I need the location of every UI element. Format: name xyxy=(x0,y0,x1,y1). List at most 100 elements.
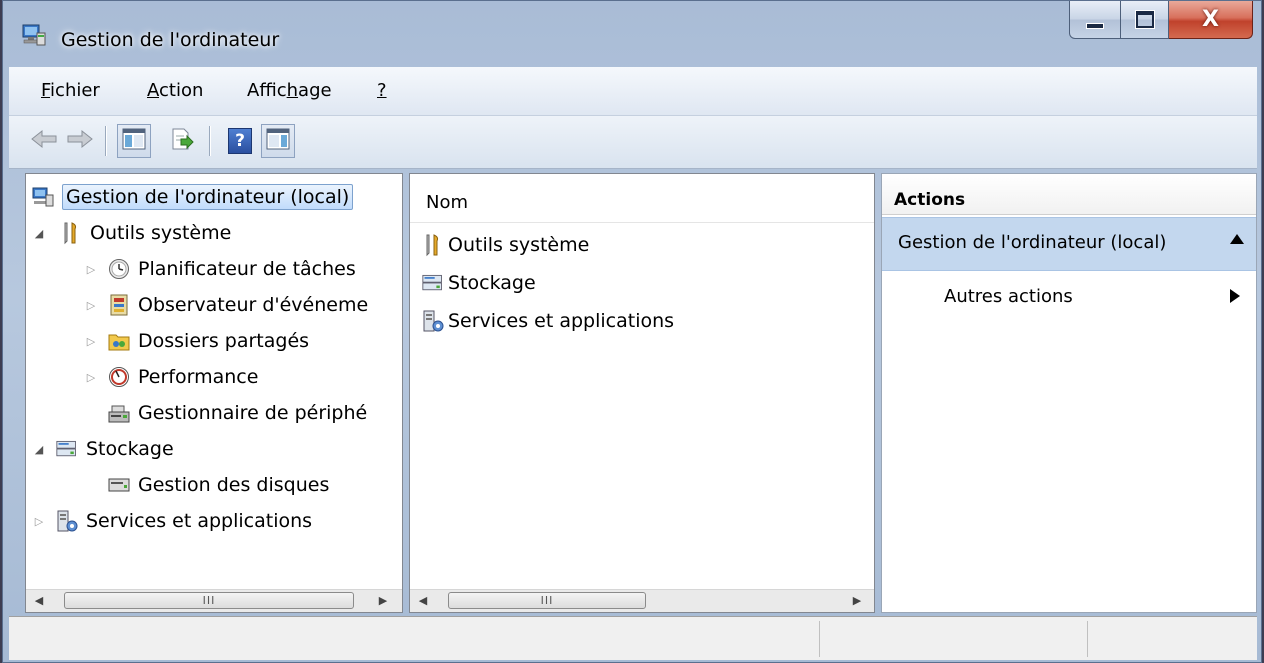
services-icon xyxy=(56,510,78,532)
scroll-left-icon[interactable]: ◀ xyxy=(30,592,48,610)
actions-header: Actions xyxy=(882,174,1256,215)
back-icon xyxy=(30,129,58,154)
tree-item-label: Gestion des disques xyxy=(138,474,330,496)
submenu-arrow-icon[interactable] xyxy=(1230,289,1240,303)
list-item-label: Outils système xyxy=(448,234,590,256)
tree-item-disk-management[interactable]: Gestion des disques xyxy=(84,468,329,502)
tree-item-label: Gestion de l'ordinateur (local) xyxy=(62,184,354,210)
actions-pane: Actions Gestion de l'ordinateur (local) … xyxy=(881,173,1257,613)
scroll-thumb[interactable]: III xyxy=(448,592,646,609)
tree-horizontal-scrollbar[interactable]: ◀ III ▶ xyxy=(26,589,402,612)
scroll-right-icon[interactable]: ▶ xyxy=(374,592,392,610)
tree-item-label: Services et applications xyxy=(86,510,313,532)
expand-arrow-icon[interactable]: ▷ xyxy=(84,263,98,276)
show-hide-console-tree-icon xyxy=(122,128,146,155)
menu-text: ction xyxy=(159,80,204,101)
menu-affichage[interactable]: Affichage xyxy=(247,80,332,101)
menu-fichier[interactable]: Fichier xyxy=(41,80,100,101)
tree-item-label: Planificateur de tâches xyxy=(138,258,356,280)
tools-icon xyxy=(422,234,444,257)
storage-icon xyxy=(422,272,444,294)
tree-item-label: Performance xyxy=(138,366,259,388)
more-actions-link[interactable]: Autres actions xyxy=(944,286,1073,307)
export-list-button[interactable] xyxy=(165,124,199,158)
maximize-icon xyxy=(1134,10,1155,29)
menu-accelerator: ? xyxy=(377,80,387,101)
performance-gauge-icon xyxy=(108,366,130,388)
toolbar: ? xyxy=(9,116,1257,169)
expand-arrow-icon[interactable]: ▷ xyxy=(32,515,46,528)
help-glyph: ? xyxy=(235,131,245,151)
menu-action[interactable]: Action xyxy=(147,80,203,101)
tree-item-label: Stockage xyxy=(86,438,174,460)
toolbar-separator xyxy=(105,126,107,156)
shared-folder-icon xyxy=(108,330,130,352)
tree-item-label: Outils système xyxy=(90,222,232,244)
list-item[interactable]: Stockage xyxy=(422,268,536,298)
tools-icon xyxy=(60,222,82,245)
services-icon xyxy=(422,310,444,332)
status-bar xyxy=(9,616,1257,660)
scroll-left-icon[interactable]: ◀ xyxy=(414,592,432,610)
expand-arrow-icon[interactable]: ▷ xyxy=(84,371,98,384)
list-item-label: Stockage xyxy=(448,272,536,294)
clock-icon xyxy=(108,258,130,280)
toolbar-separator xyxy=(209,126,211,156)
column-header-label: Nom xyxy=(426,192,469,213)
window-title: Gestion de l'ordinateur xyxy=(61,29,280,51)
tree-item-shared-folders[interactable]: ▷ Dossiers partagés xyxy=(84,324,309,358)
menu-accelerator: h xyxy=(286,80,299,101)
expand-arrow-icon[interactable]: ▷ xyxy=(84,299,98,312)
collapse-up-icon[interactable] xyxy=(1230,234,1244,244)
forward-icon xyxy=(66,129,94,154)
close-button[interactable]: X xyxy=(1169,1,1253,39)
show-hide-action-pane-button[interactable] xyxy=(261,124,295,158)
tree-item-task-scheduler[interactable]: ▷ Planificateur de tâches xyxy=(84,252,356,286)
menu-text: ichier xyxy=(50,80,100,101)
list-item-label: Services et applications xyxy=(448,310,675,332)
show-hide-console-tree-button[interactable] xyxy=(117,124,151,158)
menu-help[interactable]: ? xyxy=(377,80,387,101)
collapse-arrow-icon[interactable]: ◢ xyxy=(32,227,46,240)
disk-icon xyxy=(108,474,130,496)
minimize-icon xyxy=(1086,22,1104,29)
tree-item-system-tools[interactable]: ◢ Outils système xyxy=(32,216,231,250)
maximize-button[interactable] xyxy=(1121,1,1169,39)
tree-item-services[interactable]: ▷ Services et applications xyxy=(32,504,312,538)
column-header-nom[interactable]: Nom xyxy=(410,174,874,223)
computer-management-icon xyxy=(32,186,54,208)
minimize-button[interactable] xyxy=(1069,1,1121,39)
title-bar[interactable]: Gestion de l'ordinateur X xyxy=(3,1,1261,65)
expand-arrow-icon[interactable]: ▷ xyxy=(84,335,98,348)
menu-text: age xyxy=(298,80,332,101)
main-window: Gestion de l'ordinateur X Fichier Action… xyxy=(2,0,1262,663)
forward-button[interactable] xyxy=(63,124,97,158)
tree-item-device-manager[interactable]: Gestionnaire de périphé xyxy=(84,396,367,430)
menu-accelerator: A xyxy=(147,80,159,101)
list-item[interactable]: Services et applications xyxy=(422,306,674,336)
list-horizontal-scrollbar[interactable]: ◀ III ▶ xyxy=(410,589,874,612)
scroll-right-icon[interactable]: ▶ xyxy=(848,592,866,610)
tree-item-performance[interactable]: ▷ Performance xyxy=(84,360,259,394)
collapse-arrow-icon[interactable]: ◢ xyxy=(32,443,46,456)
help-icon: ? xyxy=(228,128,252,154)
actions-group-header[interactable]: Gestion de l'ordinateur (local) xyxy=(882,217,1256,271)
help-button[interactable]: ? xyxy=(223,124,257,158)
tree-item-root[interactable]: Gestion de l'ordinateur (local) xyxy=(32,180,354,214)
tree-item-label: Observateur d'événeme xyxy=(138,294,369,316)
tree-item-storage[interactable]: ◢ Stockage xyxy=(32,432,174,466)
actions-group-label: Gestion de l'ordinateur (local) xyxy=(898,232,1167,253)
scroll-thumb[interactable]: III xyxy=(64,592,354,609)
results-pane[interactable]: Nom Outils système Stockage Services et … xyxy=(409,173,875,613)
menu-text: Affic xyxy=(247,80,287,101)
back-button[interactable] xyxy=(27,124,61,158)
storage-icon xyxy=(56,438,78,460)
tree-item-event-viewer[interactable]: ▷ Observateur d'événeme xyxy=(84,288,368,322)
menu-accelerator: F xyxy=(41,80,51,101)
computer-management-icon xyxy=(21,23,47,47)
list-item[interactable]: Outils système xyxy=(422,230,589,260)
export-list-icon xyxy=(170,127,194,156)
console-tree[interactable]: Gestion de l'ordinateur (local) ◢ Outils… xyxy=(25,173,403,613)
device-manager-icon xyxy=(108,402,130,424)
caption-buttons: X xyxy=(1069,1,1253,41)
